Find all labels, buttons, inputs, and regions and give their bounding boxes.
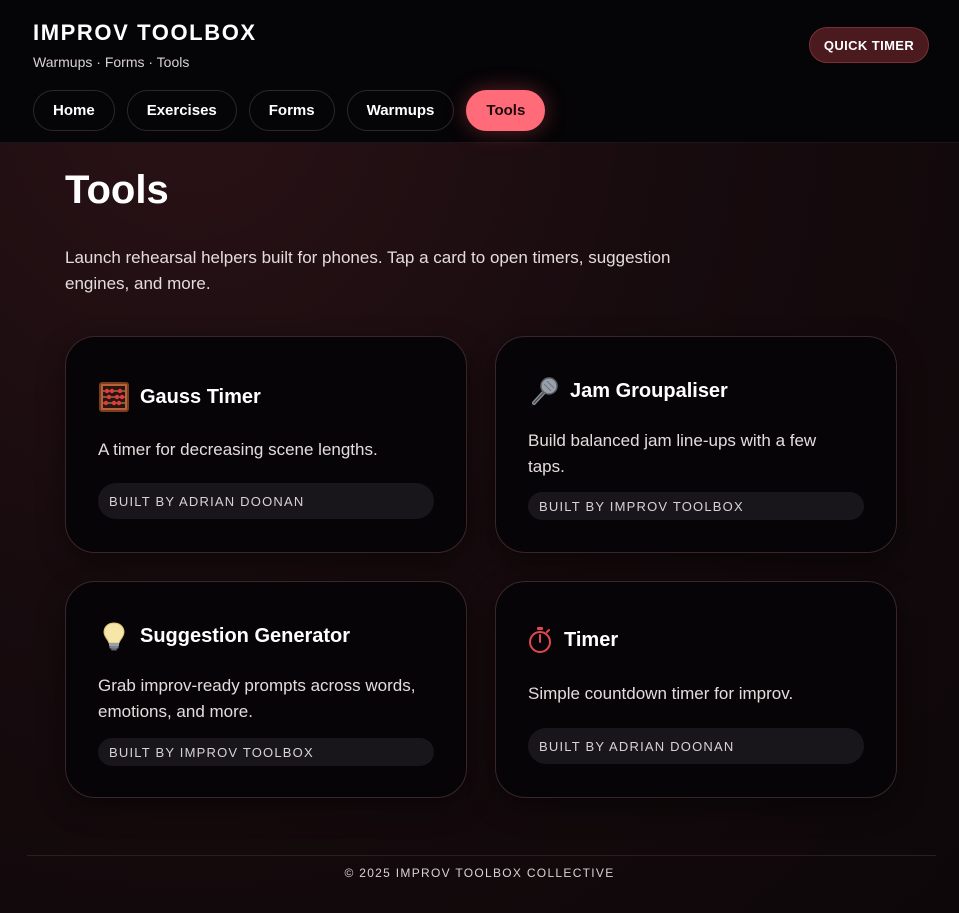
site-header: IMPROV TOOLBOX Warmups · Forms · Tools Q… — [0, 0, 959, 143]
card-credit-badge: BUILT BY IMPROV TOOLBOX — [98, 738, 434, 766]
nav-tab-warmups[interactable]: Warmups — [346, 90, 455, 131]
card-title: Gauss Timer — [140, 385, 261, 408]
tool-card-suggestion-generator[interactable]: Suggestion Generator Grab improv-ready p… — [65, 581, 467, 798]
card-header: Suggestion Generator — [98, 620, 350, 652]
tool-card-gauss-timer[interactable]: Gauss Timer A timer for decreasing scene… — [65, 336, 467, 553]
card-title: Jam Groupaliser — [570, 379, 728, 402]
card-credit-badge: BUILT BY ADRIAN DOONAN — [98, 483, 434, 519]
nav-tab-forms[interactable]: Forms — [248, 90, 335, 131]
page-title: Tools — [65, 168, 169, 212]
brand-title[interactable]: IMPROV TOOLBOX — [33, 20, 257, 46]
card-title: Timer — [564, 628, 619, 651]
nav-tab-home[interactable]: Home — [33, 90, 115, 131]
quick-timer-button[interactable]: QUICK TIMER — [809, 27, 929, 63]
tool-card-jam-groupaliser[interactable]: Jam Groupaliser Build balanced jam line-… — [495, 336, 897, 553]
card-description: Grab improv-ready prompts across words, … — [98, 676, 416, 721]
card-credit-badge: BUILT BY IMPROV TOOLBOX — [528, 492, 864, 520]
nav-tab-tools[interactable]: Tools — [466, 90, 546, 131]
site-footer: © 2025 IMPROV TOOLBOX COLLECTIVE — [344, 866, 615, 880]
card-credit-badge: BUILT BY ADRIAN DOONAN — [528, 728, 864, 764]
tool-card-timer[interactable]: Timer Simple countdown timer for improv.… — [495, 581, 897, 798]
microphone-icon — [528, 375, 560, 407]
card-header: Gauss Timer — [98, 381, 261, 413]
card-description: Build balanced jam line-ups with a few t… — [528, 431, 817, 476]
brand-subtitle: Warmups · Forms · Tools — [33, 54, 190, 70]
page-intro: Launch rehearsal helpers built for phone… — [65, 248, 671, 293]
main-nav: Home Exercises Forms Warmups Tools — [33, 90, 546, 131]
card-title: Suggestion Generator — [140, 624, 351, 647]
stopwatch-icon — [528, 624, 552, 656]
card-description: Simple countdown timer for improv. — [528, 684, 794, 703]
nav-tab-exercises[interactable]: Exercises — [126, 90, 237, 131]
light-bulb-icon — [98, 620, 130, 652]
abacus-icon — [98, 381, 130, 413]
card-header: Timer — [528, 624, 618, 656]
card-header: Jam Groupaliser — [528, 375, 728, 407]
card-description: A timer for decreasing scene lengths. — [98, 440, 378, 459]
footer-divider — [27, 855, 936, 856]
